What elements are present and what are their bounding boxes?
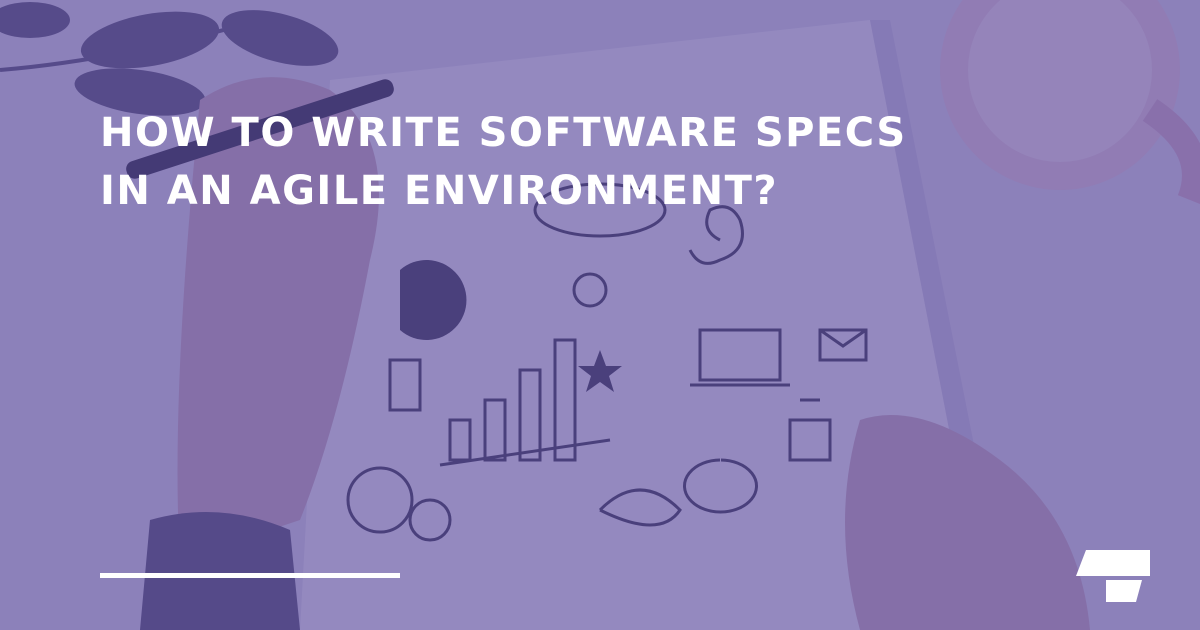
article-title: HOW TO WRITE SOFTWARE SPECS IN AN AGILE … [100,104,1000,220]
title-line-2: IN AN AGILE ENVIRONMENT? [100,168,779,214]
title-line-1: HOW TO WRITE SOFTWARE SPECS [100,110,907,156]
color-overlay [0,0,1200,630]
accent-rule [100,573,400,578]
brand-logo-icon [1076,550,1150,602]
hero-card: HOW TO WRITE SOFTWARE SPECS IN AN AGILE … [0,0,1200,630]
